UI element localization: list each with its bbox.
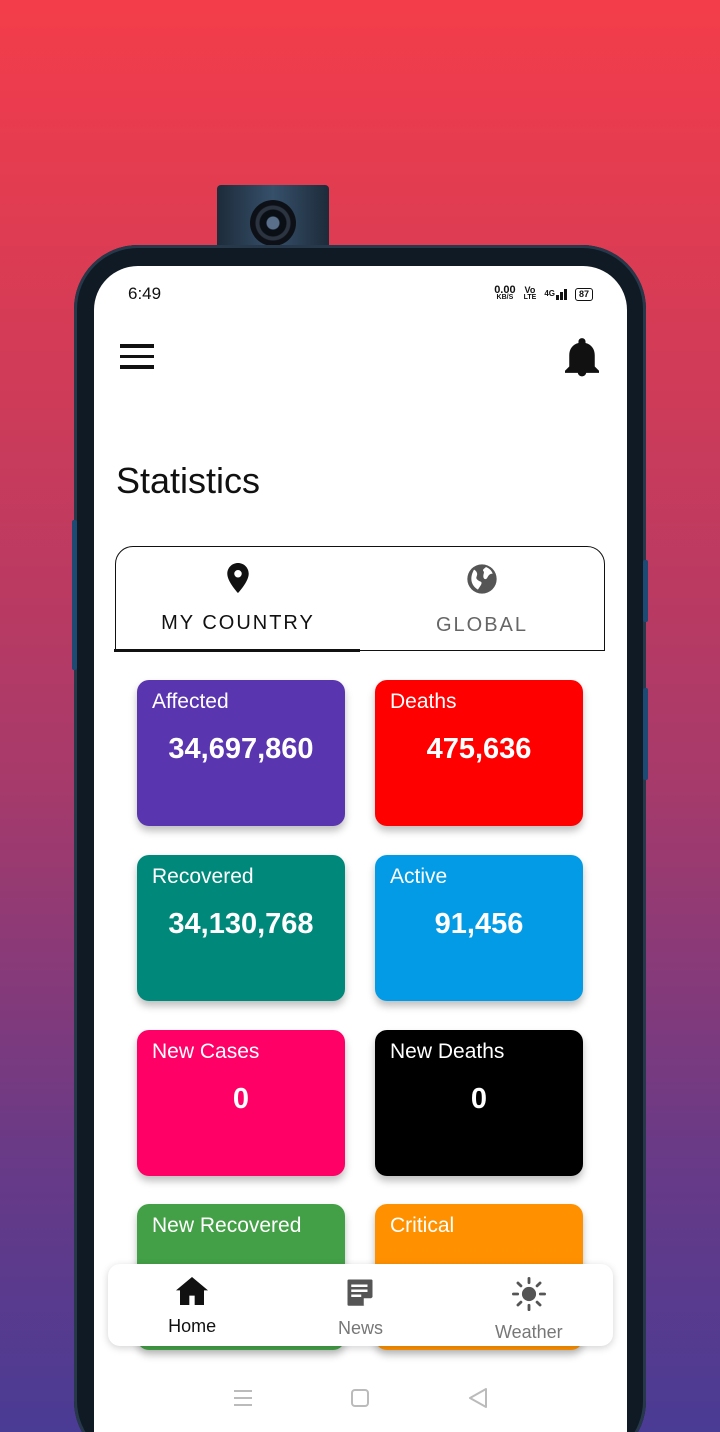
sun-icon — [511, 1277, 546, 1316]
stat-title: Active — [390, 865, 448, 888]
stat-title: New Recovered — [152, 1214, 302, 1237]
nav-label: Weather — [494, 1322, 563, 1342]
page-title: Statistics — [116, 460, 261, 501]
nav-news[interactable]: News — [276, 1264, 444, 1346]
home-icon — [176, 1277, 209, 1310]
volte-sub-label: LTE — [523, 294, 537, 301]
globe-icon — [466, 563, 498, 600]
nav-label: News — [337, 1318, 383, 1338]
region-tabs: MY COUNTRY GLOBAL — [114, 546, 605, 652]
battery-level: 87 — [578, 288, 589, 299]
volte-icon: Vo LTE — [524, 286, 537, 302]
signal-bar — [563, 288, 567, 300]
tab-global[interactable]: GLOBAL — [360, 547, 604, 650]
news-icon — [345, 1277, 375, 1312]
tab-my-country[interactable]: MY COUNTRY — [114, 547, 360, 652]
volte-label: Vo — [524, 285, 536, 295]
stat-title: New Cases — [152, 1040, 260, 1063]
location-pin-icon — [225, 563, 251, 598]
stat-value: 475,636 — [426, 733, 532, 765]
stat-card-affected[interactable]: Affected 34,697,860 — [137, 680, 345, 826]
system-nav-bar — [94, 1376, 627, 1424]
tab-label: MY COUNTRY — [161, 612, 315, 634]
stat-title: Deaths — [390, 690, 457, 713]
net-speed-unit: KB/S — [496, 294, 514, 301]
nav-home[interactable]: Home — [108, 1264, 276, 1346]
signal-icon: 4G — [544, 288, 567, 300]
nav-weather[interactable]: Weather — [445, 1264, 613, 1346]
status-bar: 6:49 0.00 KB/S Vo LTE 4G 87 — [94, 266, 627, 322]
nav-label: Home — [168, 1316, 217, 1336]
hamburger-menu-icon[interactable] — [120, 344, 156, 380]
signal-bar — [559, 291, 563, 300]
bell-icon[interactable] — [565, 338, 599, 378]
stat-card-active[interactable]: Active 91,456 — [375, 855, 583, 1001]
stat-value: 0 — [232, 1083, 250, 1115]
stat-value: 91,456 — [434, 908, 524, 940]
app-screen: 6:49 0.00 KB/S Vo LTE 4G 87 Statistics M… — [94, 266, 627, 1432]
app-bar — [94, 336, 627, 396]
stat-value: 34,697,860 — [168, 733, 314, 765]
stat-card-new-cases[interactable]: New Cases 0 — [137, 1030, 345, 1176]
stat-value: 34,130,768 — [168, 908, 314, 940]
bottom-nav: Home News Weather — [108, 1264, 613, 1346]
signal-label: 4G — [544, 288, 555, 298]
home-square-icon[interactable] — [350, 1388, 370, 1413]
stat-title: Affected — [152, 690, 229, 713]
battery-icon: 87 — [574, 287, 593, 301]
volume-button — [72, 520, 77, 670]
net-speed-value: 0.00 — [494, 284, 516, 296]
net-speed: 0.00 KB/S — [494, 284, 516, 302]
signal-bar — [555, 294, 559, 300]
back-triangle-icon[interactable] — [468, 1387, 488, 1414]
stat-value: 0 — [470, 1083, 488, 1115]
status-icons: 0.00 KB/S Vo LTE 4G 87 — [494, 284, 593, 302]
camera-lens — [250, 200, 296, 246]
stat-title: Recovered — [152, 865, 254, 888]
stat-card-new-deaths[interactable]: New Deaths 0 — [375, 1030, 583, 1176]
side-button — [643, 688, 648, 780]
stat-title: Critical — [390, 1214, 455, 1237]
stat-card-recovered[interactable]: Recovered 34,130,768 — [137, 855, 345, 1001]
stat-title: New Deaths — [390, 1040, 505, 1063]
status-time: 6:49 — [128, 284, 162, 303]
recents-icon[interactable] — [233, 1389, 253, 1412]
power-button — [643, 560, 648, 622]
tab-label: GLOBAL — [435, 614, 529, 636]
stat-card-deaths[interactable]: Deaths 475,636 — [375, 680, 583, 826]
